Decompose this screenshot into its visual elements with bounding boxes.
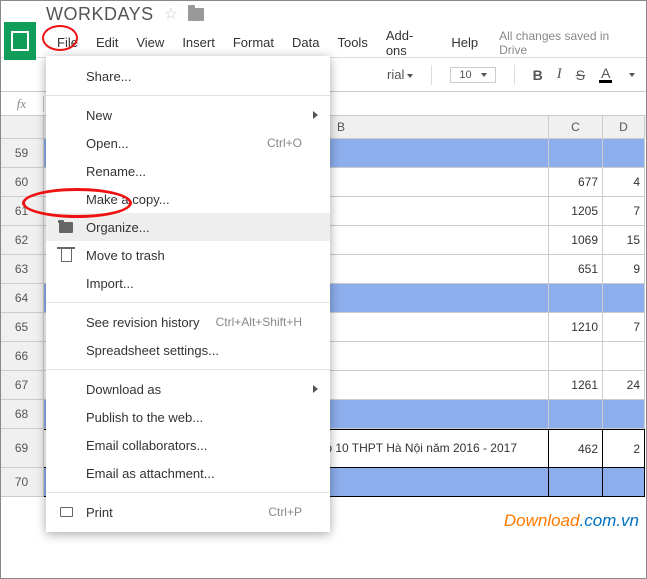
bold-button[interactable]: B: [533, 67, 543, 83]
menu-item-print[interactable]: PrintCtrl+P: [46, 498, 330, 526]
cell[interactable]: 15: [603, 226, 645, 255]
menu-item-make-copy[interactable]: Make a copy...: [46, 185, 330, 213]
row-header[interactable]: 63: [0, 255, 44, 284]
cell[interactable]: [603, 342, 645, 371]
watermark: Download.com.vn: [504, 511, 639, 531]
text-color-button[interactable]: A: [599, 66, 612, 83]
row-header[interactable]: 59: [0, 139, 44, 168]
cell[interactable]: 7: [603, 313, 645, 342]
menu-tools[interactable]: Tools: [328, 31, 376, 54]
cell[interactable]: 4: [603, 168, 645, 197]
menu-addons[interactable]: Add-ons: [377, 24, 443, 62]
menu-item-email-attachment[interactable]: Email as attachment...: [46, 459, 330, 487]
submenu-arrow-icon: [313, 385, 318, 393]
row-header[interactable]: 64: [0, 284, 44, 313]
folder-icon[interactable]: [188, 8, 204, 21]
fx-label: fx: [0, 96, 44, 112]
cell[interactable]: [549, 139, 603, 168]
menu-item-publish[interactable]: Publish to the web...: [46, 403, 330, 431]
menu-item-new[interactable]: New: [46, 101, 330, 129]
trash-icon: [58, 247, 74, 263]
row-header[interactable]: 66: [0, 342, 44, 371]
menu-item-open[interactable]: Open...Ctrl+O: [46, 129, 330, 157]
cell[interactable]: [603, 468, 645, 497]
menu-data[interactable]: Data: [283, 31, 328, 54]
cell[interactable]: [603, 284, 645, 313]
cell[interactable]: [549, 342, 603, 371]
menu-item-rename[interactable]: Rename...: [46, 157, 330, 185]
folder-icon: [58, 219, 74, 235]
menu-item-spreadsheet-settings[interactable]: Spreadsheet settings...: [46, 336, 330, 364]
row-header[interactable]: 67: [0, 371, 44, 400]
row-header[interactable]: 62: [0, 226, 44, 255]
print-icon: [58, 504, 74, 520]
menu-view[interactable]: View: [127, 31, 173, 54]
cell[interactable]: [549, 400, 603, 429]
menu-item-trash[interactable]: Move to trash: [46, 241, 330, 269]
row-header[interactable]: 60: [0, 168, 44, 197]
cell[interactable]: 2: [603, 429, 645, 468]
submenu-arrow-icon: [313, 111, 318, 119]
menu-item-import[interactable]: Import...: [46, 269, 330, 297]
select-all-corner[interactable]: [0, 116, 44, 139]
cell[interactable]: 1210: [549, 313, 603, 342]
cell[interactable]: 651: [549, 255, 603, 284]
row-header[interactable]: 61: [0, 197, 44, 226]
menu-file[interactable]: File: [48, 31, 87, 54]
file-menu-dropdown: Share... New Open...Ctrl+O Rename... Mak…: [46, 56, 330, 532]
star-icon[interactable]: ☆: [164, 4, 178, 24]
cell[interactable]: [603, 139, 645, 168]
sheets-logo[interactable]: [4, 22, 36, 60]
italic-button[interactable]: I: [557, 66, 562, 83]
cell[interactable]: [549, 284, 603, 313]
menu-item-organize[interactable]: Organize...: [46, 213, 330, 241]
cell[interactable]: 1261: [549, 371, 603, 400]
menu-item-download-as[interactable]: Download as: [46, 375, 330, 403]
strikethrough-button[interactable]: S: [576, 67, 585, 83]
font-size-selector[interactable]: 10: [450, 67, 495, 83]
col-header-d[interactable]: D: [603, 116, 645, 139]
row-header[interactable]: 69: [0, 429, 44, 468]
cell[interactable]: 1205: [549, 197, 603, 226]
cell[interactable]: 677: [549, 168, 603, 197]
cell[interactable]: 1069: [549, 226, 603, 255]
font-name-fragment[interactable]: rial: [387, 67, 413, 82]
cell[interactable]: 7: [603, 197, 645, 226]
cell[interactable]: [549, 468, 603, 497]
row-header[interactable]: 68: [0, 400, 44, 429]
save-status: All changes saved in Drive: [487, 25, 647, 61]
menu-item-share[interactable]: Share...: [46, 62, 330, 90]
cell[interactable]: [603, 400, 645, 429]
menu-bar: File Edit View Insert Format Data Tools …: [0, 28, 647, 57]
menu-item-revision-history[interactable]: See revision historyCtrl+Alt+Shift+H: [46, 308, 330, 336]
doc-title[interactable]: WORKDAYS: [46, 4, 154, 25]
cell[interactable]: 462: [549, 429, 603, 468]
menu-edit[interactable]: Edit: [87, 31, 127, 54]
cell[interactable]: 9: [603, 255, 645, 284]
menu-item-email-collaborators[interactable]: Email collaborators...: [46, 431, 330, 459]
cell[interactable]: 24: [603, 371, 645, 400]
menu-format[interactable]: Format: [224, 31, 283, 54]
row-header[interactable]: 65: [0, 313, 44, 342]
col-header-c[interactable]: C: [549, 116, 603, 139]
menu-help[interactable]: Help: [442, 31, 487, 54]
menu-insert[interactable]: Insert: [173, 31, 224, 54]
row-header[interactable]: 70: [0, 468, 44, 497]
